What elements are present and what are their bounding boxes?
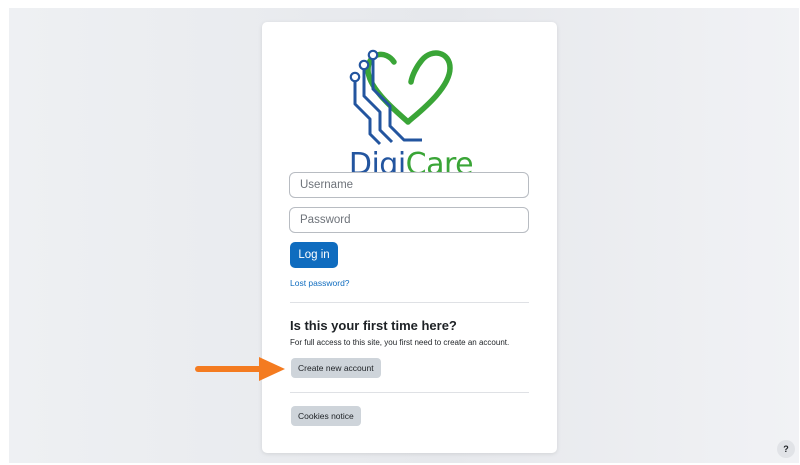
heart-circuit-icon: [349, 49, 453, 146]
cookies-notice-button[interactable]: Cookies notice: [291, 406, 361, 426]
password-input[interactable]: [289, 207, 529, 233]
login-card: DigiCare Log in Lost password? Is this y…: [262, 22, 557, 453]
login-button[interactable]: Log in: [290, 242, 338, 268]
orange-arrow-icon: [195, 356, 290, 382]
digicare-logo: DigiCare: [346, 46, 476, 186]
divider: [290, 302, 529, 303]
first-time-heading: Is this your first time here?: [290, 318, 457, 333]
lost-password-link[interactable]: Lost password?: [290, 278, 350, 288]
username-input[interactable]: [289, 172, 529, 198]
divider: [290, 392, 529, 393]
first-time-description: For full access to this site, you first …: [290, 338, 510, 347]
help-button[interactable]: ?: [777, 440, 795, 458]
create-account-button[interactable]: Create new account: [291, 358, 381, 378]
